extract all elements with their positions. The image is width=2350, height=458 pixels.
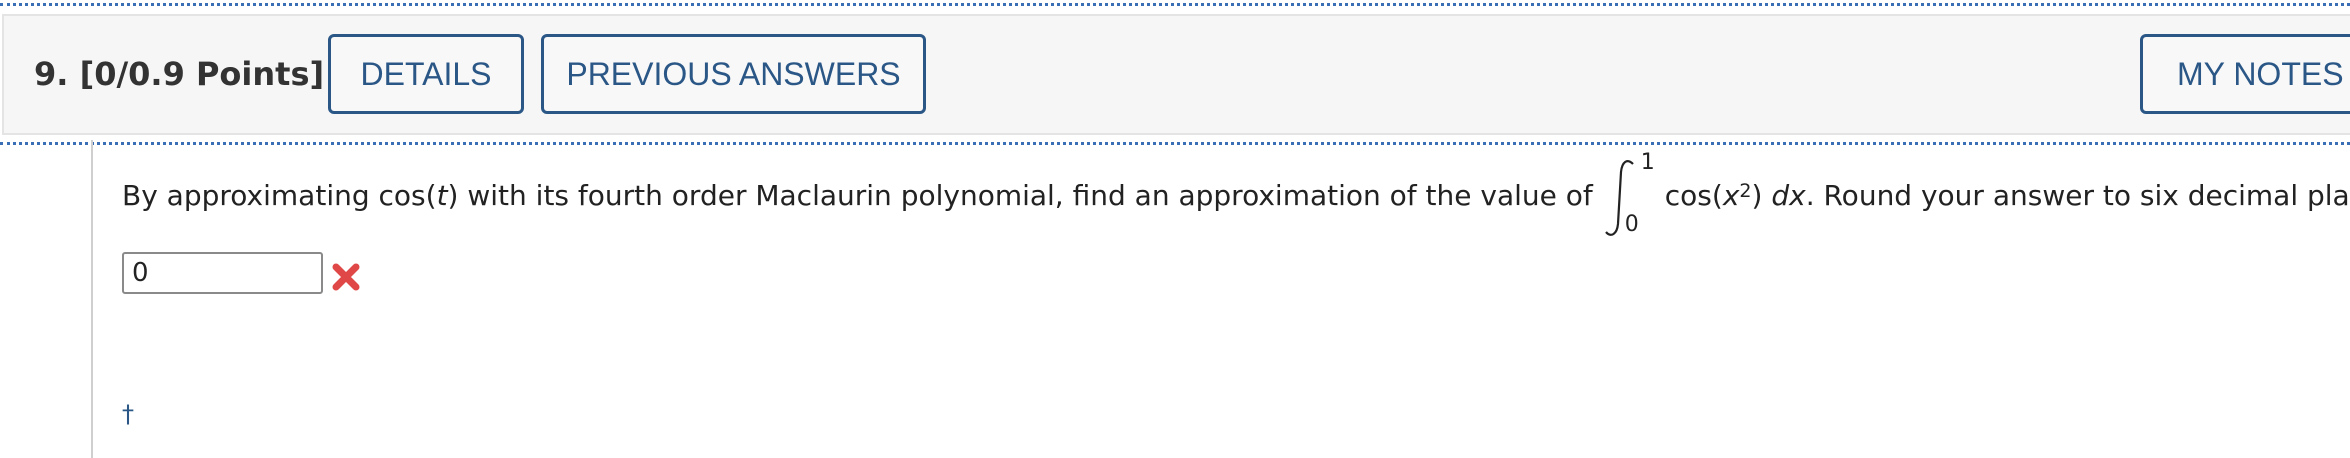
variable-x: x — [1722, 178, 1740, 212]
question-left-rule — [91, 140, 93, 458]
top-dotted-divider — [0, 3, 2350, 6]
details-button[interactable]: DETAILS — [328, 34, 524, 114]
differential-dx: dx — [1771, 178, 1806, 212]
question-text-before: By approximating cos( — [122, 178, 437, 212]
exponent: 2 — [1739, 180, 1752, 202]
integral-upper-limit: 1 — [1640, 150, 1655, 175]
question-text-after: . Round your answer to six decimal place… — [1805, 178, 2350, 212]
variable-t: t — [436, 178, 448, 212]
incorrect-x-icon — [332, 263, 360, 291]
my-notes-button[interactable]: MY NOTES — [2140, 34, 2350, 114]
header-dotted-divider — [0, 142, 2350, 145]
answer-input[interactable] — [122, 252, 323, 294]
integral-lower-limit: 0 — [1624, 212, 1639, 237]
integral-sign: 1 0 — [1603, 150, 1659, 240]
integrand-close: ) — [1751, 178, 1763, 212]
question-text-middle: ) with its fourth order Maclaurin polyno… — [447, 178, 1593, 212]
footnote-dagger: † — [122, 400, 134, 428]
previous-answers-button[interactable]: PREVIOUS ANSWERS — [541, 34, 926, 114]
integrand-cos: cos( — [1664, 178, 1723, 212]
question-text: By approximating cos(t) with its fourth … — [122, 150, 2350, 240]
question-number-points: 9. [0/0.9 Points] — [34, 55, 325, 93]
